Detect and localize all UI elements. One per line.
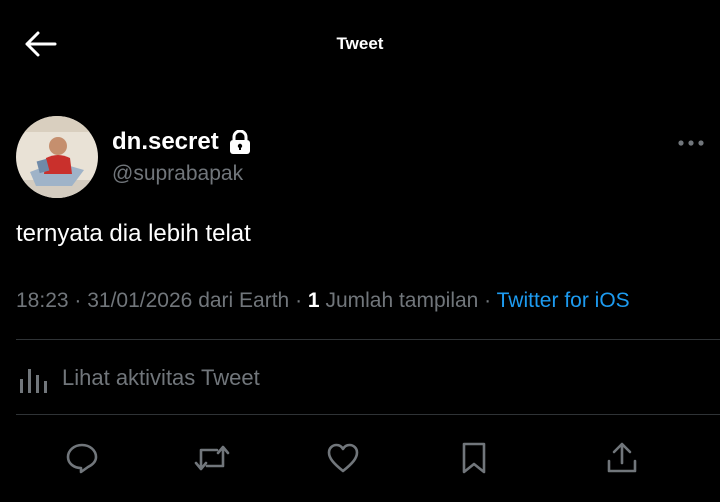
tweet-meta: 18:23 · 31/01/2026 dari Earth · 1 Jumlah… xyxy=(16,289,630,313)
bookmark-icon xyxy=(462,442,486,474)
divider xyxy=(16,339,720,340)
top-bar: Tweet xyxy=(0,0,720,88)
tweet-actions xyxy=(0,436,720,480)
tweet-location: dari Earth xyxy=(198,289,290,312)
reply-icon xyxy=(66,443,98,474)
retweet-icon xyxy=(194,445,230,471)
like-button[interactable] xyxy=(321,436,365,480)
analytics-bars-icon xyxy=(20,369,47,393)
tweet-activity-link[interactable]: Lihat aktivitas Tweet xyxy=(16,358,260,398)
tweet-date[interactable]: 31/01/2026 xyxy=(87,289,192,312)
meta-separator: · xyxy=(478,289,497,312)
bookmark-button[interactable] xyxy=(452,436,496,480)
tweet-source-link[interactable]: Twitter for iOS xyxy=(497,289,630,312)
meta-separator: · xyxy=(68,289,88,312)
views-label: Jumlah tampilan xyxy=(325,289,479,312)
display-name-text: dn.secret xyxy=(112,128,219,155)
views-count: 1 xyxy=(307,289,320,312)
reply-button[interactable] xyxy=(60,436,104,480)
tweet-text: ternyata dia lebih telat xyxy=(16,220,251,247)
tweet-detail-screen: Tweet dn.secret @suprabapak ternyata dia… xyxy=(0,0,720,502)
share-button[interactable] xyxy=(600,436,644,480)
tweet-author: dn.secret @suprabapak xyxy=(0,110,720,200)
share-icon xyxy=(607,442,637,473)
divider xyxy=(16,414,720,415)
page-title: Tweet xyxy=(336,34,384,53)
meta-separator: · xyxy=(289,289,308,312)
retweet-button[interactable] xyxy=(190,436,234,480)
tweet-time[interactable]: 18:23 xyxy=(16,289,69,312)
heart-icon xyxy=(327,443,359,473)
profile-photo xyxy=(16,116,98,198)
activity-label: Lihat aktivitas Tweet xyxy=(62,365,260,390)
author-handle[interactable]: @suprabapak xyxy=(112,162,243,186)
more-horizontal-icon xyxy=(678,140,704,146)
more-options-button[interactable] xyxy=(676,136,706,150)
author-display-name[interactable]: dn.secret xyxy=(112,128,251,156)
avatar[interactable] xyxy=(16,116,98,198)
lock-icon xyxy=(229,130,251,154)
